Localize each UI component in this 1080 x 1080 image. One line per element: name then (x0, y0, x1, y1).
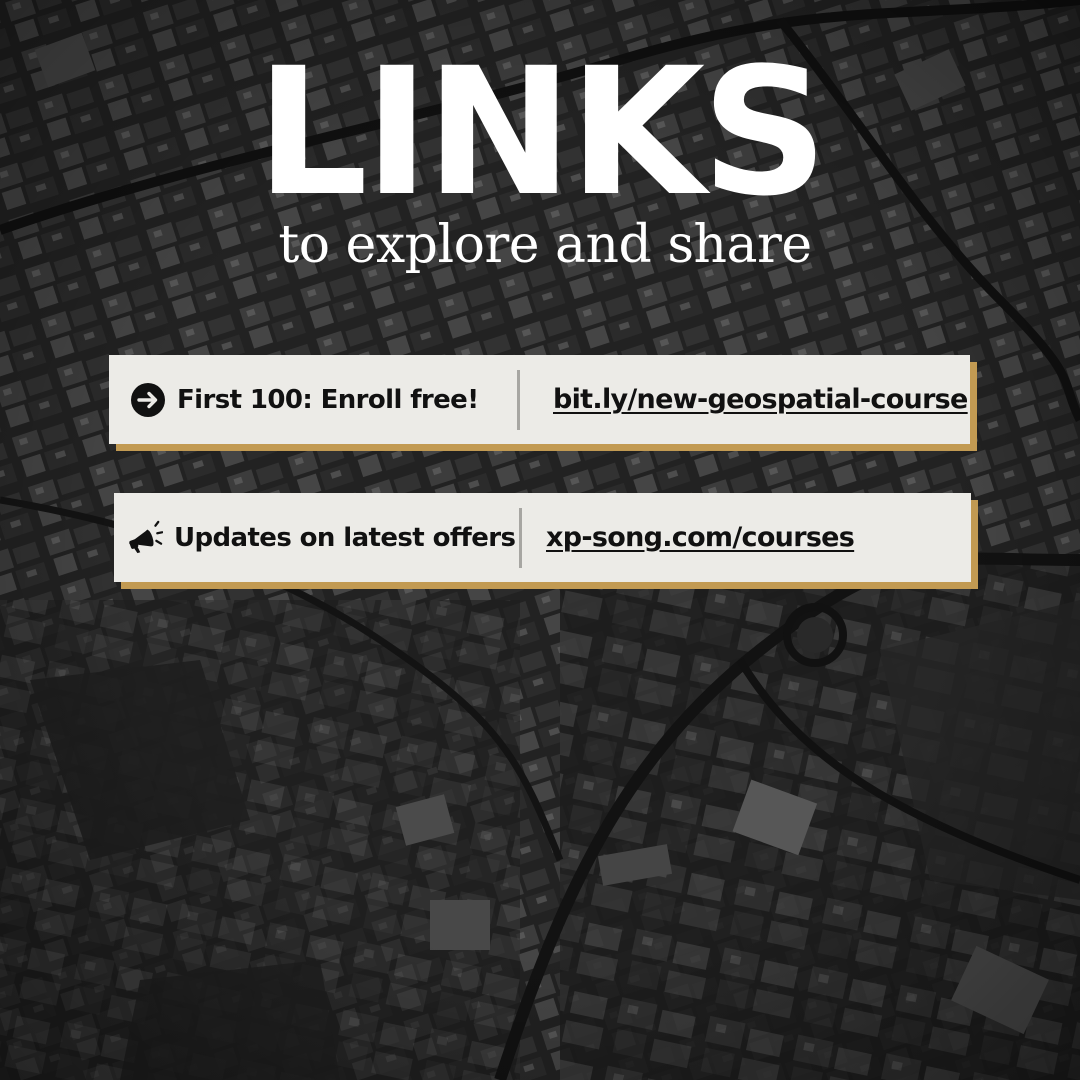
link-card-label: First 100: Enroll free! (177, 384, 479, 415)
link-card-enroll[interactable]: First 100: Enroll free! bit.ly/new-geosp… (109, 355, 970, 444)
link-card-label: Updates on latest offers (174, 522, 516, 553)
page-title: LINKS (255, 30, 828, 235)
link-card-divider (519, 507, 522, 568)
link-card-divider (517, 369, 520, 430)
courses-page-link[interactable]: xp-song.com/courses (546, 522, 855, 553)
link-card-updates[interactable]: Updates on latest offers xp-song.com/cou… (114, 493, 971, 582)
link-card-label-group: First 100: Enroll free! (109, 355, 517, 444)
link-card-label-group: Updates on latest offers (114, 493, 519, 582)
course-signup-link[interactable]: bit.ly/new-geospatial-course (553, 384, 968, 415)
arrow-right-circle-icon (130, 382, 166, 418)
megaphone-icon (127, 520, 163, 556)
page-subtitle: to explore and share (278, 215, 812, 275)
poster: LINKS to explore and share First 100: En… (0, 0, 1080, 1080)
